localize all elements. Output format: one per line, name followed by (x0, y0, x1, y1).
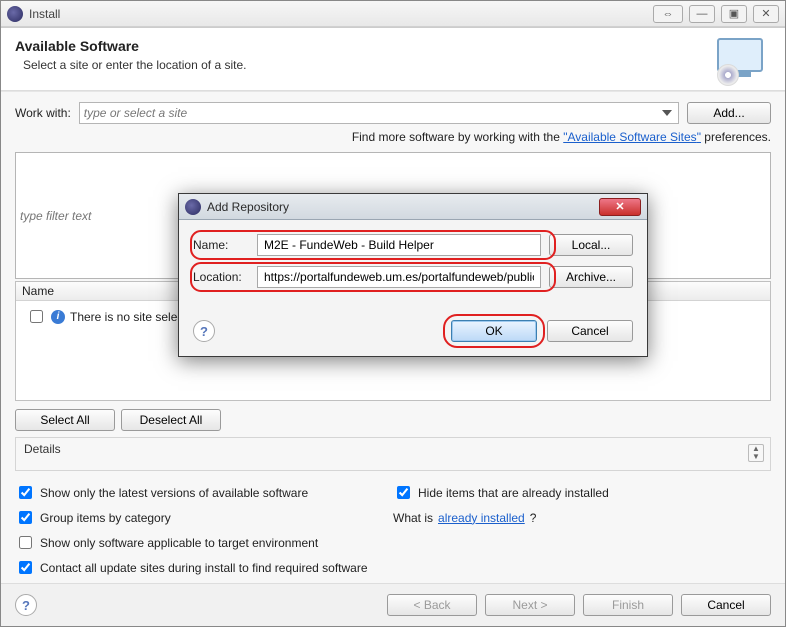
info-icon: i (51, 310, 65, 324)
details-toggle[interactable]: ▲ ▼ (748, 444, 764, 462)
checkbox-latest[interactable] (19, 486, 32, 499)
wizard-header: Available Software Select a site or ente… (1, 28, 785, 91)
option-contact-all[interactable]: Contact all update sites during install … (15, 558, 771, 577)
local-button[interactable]: Local... (549, 234, 633, 256)
modal-close-button[interactable]: ✕ (599, 198, 641, 216)
checkbox-applicable[interactable] (19, 536, 32, 549)
modal-cancel-button[interactable]: Cancel (547, 320, 633, 342)
page-title: Available Software (15, 38, 711, 54)
select-all-button[interactable]: Select All (15, 409, 115, 431)
close-button[interactable]: ✕ (753, 5, 779, 23)
next-button[interactable]: Next > (485, 594, 575, 616)
details-label: Details (24, 442, 61, 456)
help-icon[interactable]: ? (15, 594, 37, 616)
modal-titlebar: Add Repository ✕ (179, 194, 647, 220)
titlebar: Install ⇔ — ▣ ✕ (1, 1, 785, 27)
modal-help-icon[interactable]: ? (193, 320, 215, 342)
checkbox-group[interactable] (19, 511, 32, 524)
eclipse-icon (185, 199, 201, 215)
eclipse-icon (7, 6, 23, 22)
archive-button[interactable]: Archive... (549, 266, 633, 288)
details-panel: Details ▲ ▼ (15, 437, 771, 471)
checkbox-hide-installed[interactable] (397, 486, 410, 499)
option-applicable[interactable]: Show only software applicable to target … (15, 533, 771, 552)
option-hide-installed[interactable]: Hide items that are already installed (393, 483, 771, 502)
modal-title: Add Repository (207, 200, 599, 214)
maximize-button[interactable]: ▣ (721, 5, 747, 23)
page-subtitle: Select a site or enter the location of a… (23, 58, 711, 72)
back-button[interactable]: < Back (387, 594, 477, 616)
ok-button[interactable]: OK (451, 320, 537, 342)
checkbox-contact-all[interactable] (19, 561, 32, 574)
location-label: Location: (193, 270, 249, 284)
workwith-combo[interactable]: type or select a site (79, 102, 679, 124)
workwith-label: Work with: (15, 106, 71, 120)
window-title: Install (29, 7, 653, 21)
detach-button[interactable]: ⇔ (653, 5, 683, 23)
chevron-down-icon: ▼ (749, 453, 763, 461)
add-site-button[interactable]: Add... (687, 102, 771, 124)
add-repository-dialog: Add Repository ✕ Name: Local... Location… (178, 193, 648, 357)
minimize-button[interactable]: — (689, 5, 715, 23)
option-group[interactable]: Group items by category (15, 508, 393, 527)
tree-row-checkbox[interactable] (30, 310, 43, 323)
hint-line: Find more software by working with the A… (15, 130, 771, 144)
wizard-footer: ? < Back Next > Finish Cancel (1, 583, 785, 626)
location-input[interactable] (257, 266, 541, 288)
whatis-line: What is already installed? (393, 508, 771, 527)
option-latest[interactable]: Show only the latest versions of availab… (15, 483, 393, 502)
already-installed-link[interactable]: already installed (438, 511, 525, 525)
cancel-button[interactable]: Cancel (681, 594, 771, 616)
name-label: Name: (193, 238, 249, 252)
name-input[interactable] (257, 234, 541, 256)
finish-button[interactable]: Finish (583, 594, 673, 616)
column-name: Name (22, 284, 54, 298)
available-sites-link[interactable]: Available Software Sites (563, 130, 701, 144)
install-software-icon (711, 38, 767, 86)
deselect-all-button[interactable]: Deselect All (121, 409, 221, 431)
